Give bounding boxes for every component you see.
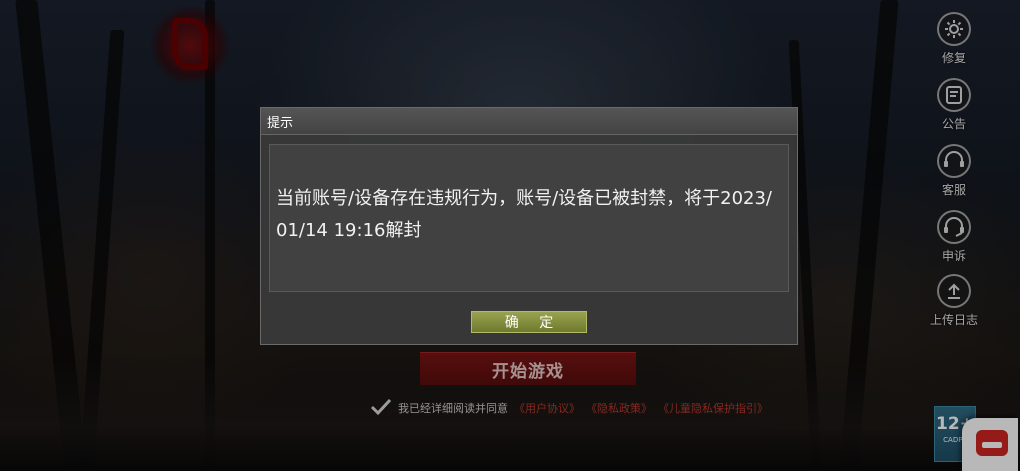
confirm-button[interactable]: 确 定 [471, 311, 587, 333]
game-launcher-screen: 修复 公告 客服 申诉 上传日志 开始游戏 我已经详细阅读并同意 《用户协议》 … [0, 0, 1020, 471]
dialog-title: 提示 [267, 116, 294, 131]
dialog-header: 提示 [261, 108, 797, 135]
ban-notice-dialog: 提示 当前账号/设备存在违规行为，账号/设备已被封禁，将于2023/01/14 … [260, 107, 798, 345]
dialog-body: 当前账号/设备存在违规行为，账号/设备已被封禁，将于2023/01/14 19:… [269, 144, 789, 292]
dialog-message: 当前账号/设备存在违规行为，账号/设备已被封禁，将于2023/01/14 19:… [276, 188, 772, 241]
confirm-button-label: 确 定 [504, 315, 562, 331]
